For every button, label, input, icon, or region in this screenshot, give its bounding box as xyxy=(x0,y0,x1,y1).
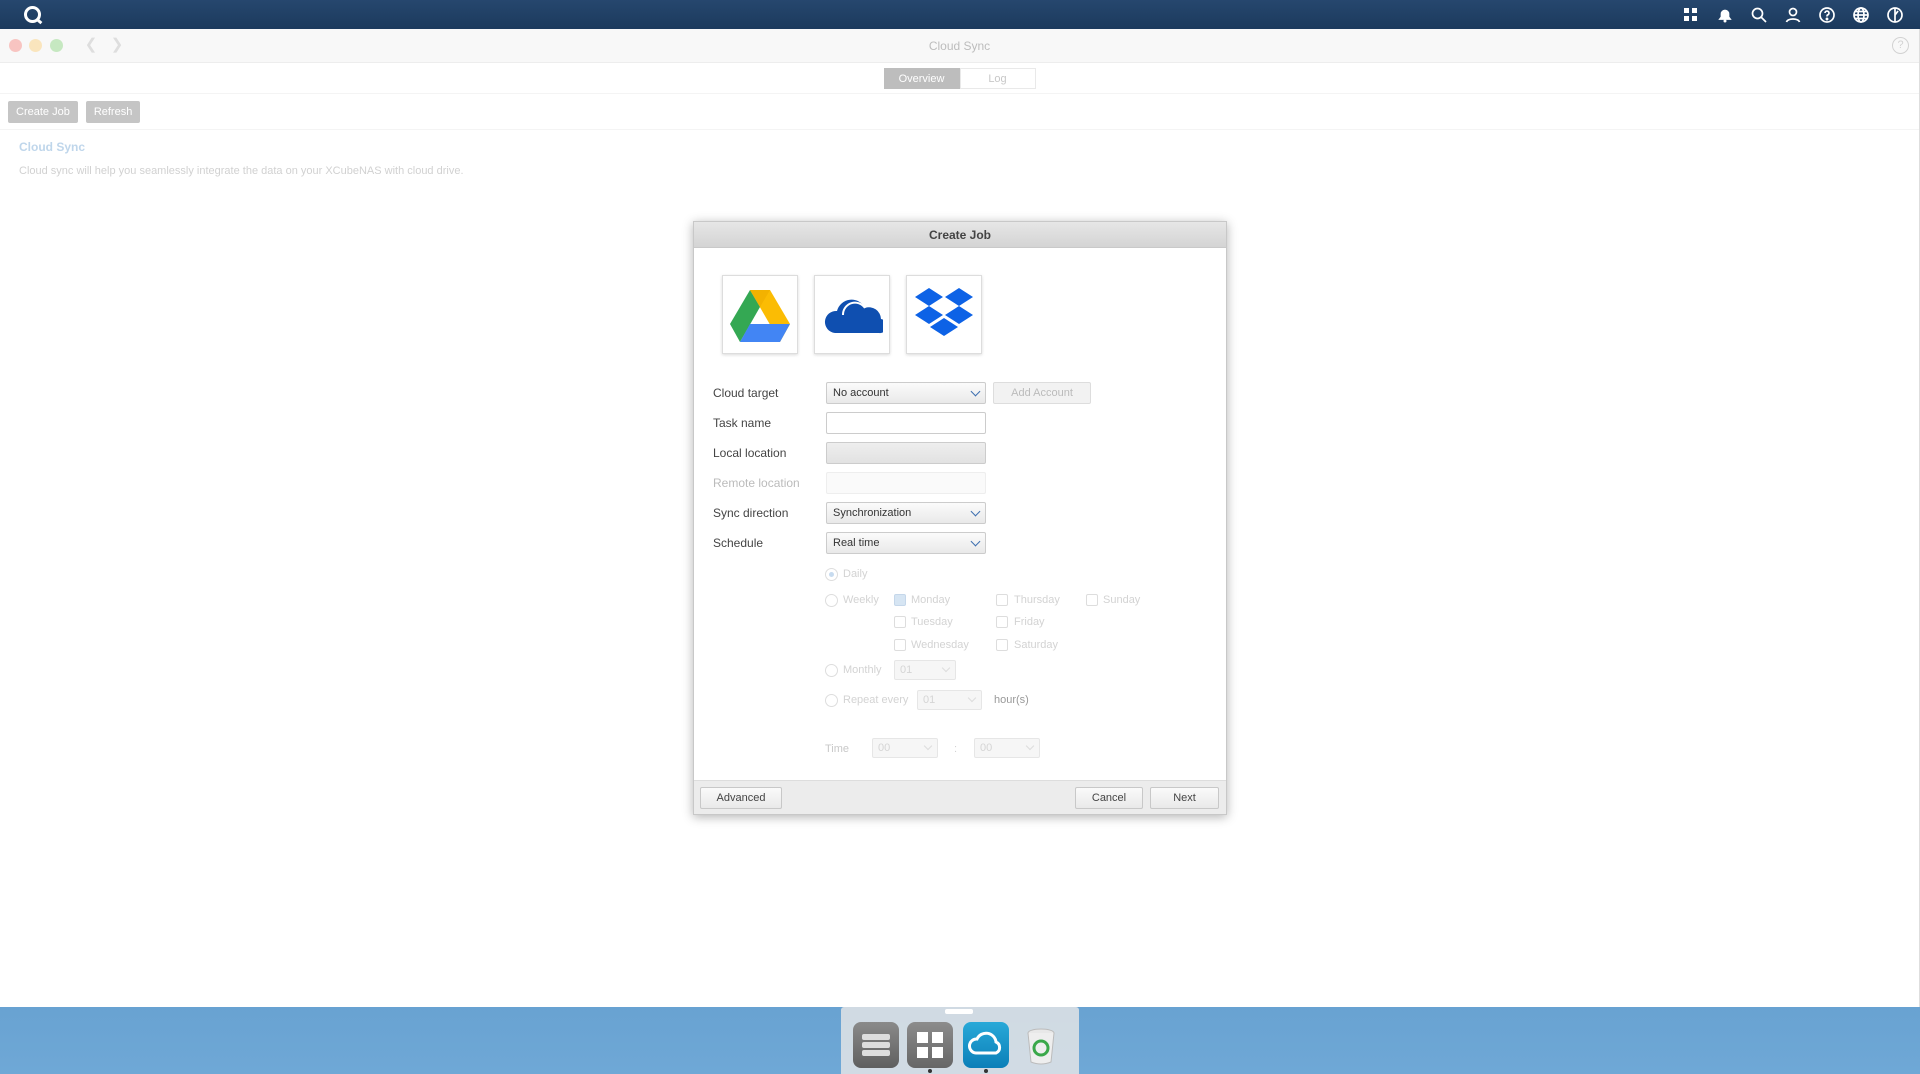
time-separator: : xyxy=(954,743,958,755)
task-name-input[interactable] xyxy=(826,412,986,434)
thursday-checkbox[interactable] xyxy=(996,594,1008,606)
create-job-dialog: Create Job Cloud target No account Add A… xyxy=(693,221,1227,815)
weekly-radio[interactable] xyxy=(825,594,838,607)
system-tray xyxy=(1680,4,1906,26)
sunday-label: Sunday xyxy=(1103,594,1141,606)
wednesday-label: Wednesday xyxy=(911,639,969,651)
repeat-hours-select[interactable]: 01 xyxy=(917,690,982,710)
provider-list xyxy=(722,275,982,354)
time-hour-value: 00 xyxy=(878,742,891,754)
grid-glyph-icon xyxy=(917,1032,943,1058)
globe-icon[interactable] xyxy=(1850,4,1872,26)
chevron-down-icon xyxy=(970,386,981,397)
task-name-label: Task name xyxy=(713,416,772,430)
monthly-label: Monthly xyxy=(843,664,882,676)
google-drive-icon xyxy=(730,289,790,342)
thursday-label: Thursday xyxy=(1014,594,1060,606)
dock xyxy=(841,1007,1079,1074)
repeat-hours-value: 01 xyxy=(923,694,936,706)
time-minute-value: 00 xyxy=(980,742,993,754)
nas-logo-icon[interactable] xyxy=(24,6,41,23)
time-hour-select[interactable]: 00 xyxy=(872,738,938,758)
cancel-button[interactable]: Cancel xyxy=(1075,787,1143,809)
tuesday-checkbox[interactable] xyxy=(894,616,906,628)
google-drive-option[interactable] xyxy=(722,275,798,354)
dialog-title: Create Job xyxy=(694,222,1226,248)
local-location-label: Local location xyxy=(713,446,787,460)
remote-location-input xyxy=(826,472,986,494)
repeat-every-label: Repeat every xyxy=(843,694,909,706)
chevron-down-icon xyxy=(967,693,977,703)
chevron-down-icon xyxy=(923,741,933,751)
onedrive-option[interactable] xyxy=(814,275,890,354)
sync-direction-select[interactable]: Synchronization xyxy=(826,502,986,524)
local-location-row: Local location xyxy=(713,442,1213,464)
remote-location-label: Remote location xyxy=(713,476,800,490)
apps-grid-icon[interactable] xyxy=(1680,4,1702,26)
task-name-row: Task name xyxy=(713,412,1213,434)
recycle-bin-icon[interactable] xyxy=(1018,1022,1064,1068)
cloud-target-value: No account xyxy=(833,387,889,399)
bell-icon[interactable] xyxy=(1714,4,1736,26)
user-icon[interactable] xyxy=(1782,4,1804,26)
time-label: Time xyxy=(825,743,850,755)
help-icon[interactable] xyxy=(1816,4,1838,26)
saturday-label: Saturday xyxy=(1014,639,1059,651)
schedule-value: Real time xyxy=(833,537,880,549)
cloud-target-label: Cloud target xyxy=(713,386,779,400)
schedule-row: Schedule Real time xyxy=(713,532,1213,554)
cloud-target-row: Cloud target No account Add Account xyxy=(713,382,1213,404)
running-indicator xyxy=(928,1069,932,1073)
sync-direction-row: Sync direction Synchronization xyxy=(713,502,1213,524)
dropbox-icon xyxy=(915,287,973,336)
schedule-select[interactable]: Real time xyxy=(826,532,986,554)
chevron-down-icon xyxy=(1025,741,1035,751)
storage-manager-icon[interactable] xyxy=(853,1022,899,1068)
running-indicator xyxy=(984,1069,988,1073)
daily-label: Daily xyxy=(843,568,868,580)
app-center-icon[interactable] xyxy=(907,1022,953,1068)
monday-checkbox[interactable] xyxy=(894,594,906,606)
dialog-footer: Advanced Cancel Next xyxy=(694,780,1226,814)
storage-glyph-icon xyxy=(862,1034,890,1056)
dashboard-icon[interactable] xyxy=(1884,4,1906,26)
chevron-down-icon xyxy=(970,506,981,517)
friday-label: Friday xyxy=(1014,616,1045,628)
time-minute-select[interactable]: 00 xyxy=(974,738,1040,758)
search-icon[interactable] xyxy=(1748,4,1770,26)
sync-direction-label: Sync direction xyxy=(713,506,789,520)
daily-radio[interactable] xyxy=(825,568,838,581)
onedrive-icon xyxy=(824,299,883,333)
tuesday-label: Tuesday xyxy=(911,616,953,628)
advanced-button[interactable]: Advanced xyxy=(700,787,782,809)
dock-handle[interactable] xyxy=(945,1009,973,1014)
cloud-target-select[interactable]: No account xyxy=(826,382,986,404)
wednesday-checkbox[interactable] xyxy=(894,639,906,651)
monthly-day-select[interactable]: 01 xyxy=(894,660,956,680)
chevron-down-icon xyxy=(970,536,981,547)
monthly-day-value: 01 xyxy=(900,664,913,676)
monday-label: Monday xyxy=(911,594,951,606)
sunday-checkbox[interactable] xyxy=(1086,594,1098,606)
saturday-checkbox[interactable] xyxy=(996,639,1008,651)
next-button[interactable]: Next xyxy=(1150,787,1219,809)
monthly-radio[interactable] xyxy=(825,664,838,677)
repeat-unit-label: hour(s) xyxy=(994,694,1029,706)
chevron-down-icon xyxy=(941,663,951,673)
local-location-input[interactable] xyxy=(826,442,986,464)
remote-location-row: Remote location xyxy=(713,472,1213,494)
repeat-every-radio[interactable] xyxy=(825,694,838,707)
sync-direction-value: Synchronization xyxy=(833,507,912,519)
cloud-sync-app-icon[interactable] xyxy=(963,1022,1009,1068)
add-account-button[interactable]: Add Account xyxy=(993,382,1091,404)
trash-glyph-icon xyxy=(1027,1028,1055,1065)
friday-checkbox[interactable] xyxy=(996,616,1008,628)
schedule-label: Schedule xyxy=(713,536,764,550)
weekly-label: Weekly xyxy=(843,594,879,606)
system-top-bar xyxy=(0,0,1920,29)
cloud-glyph-icon xyxy=(968,1031,1002,1055)
dropbox-option[interactable] xyxy=(906,275,982,354)
